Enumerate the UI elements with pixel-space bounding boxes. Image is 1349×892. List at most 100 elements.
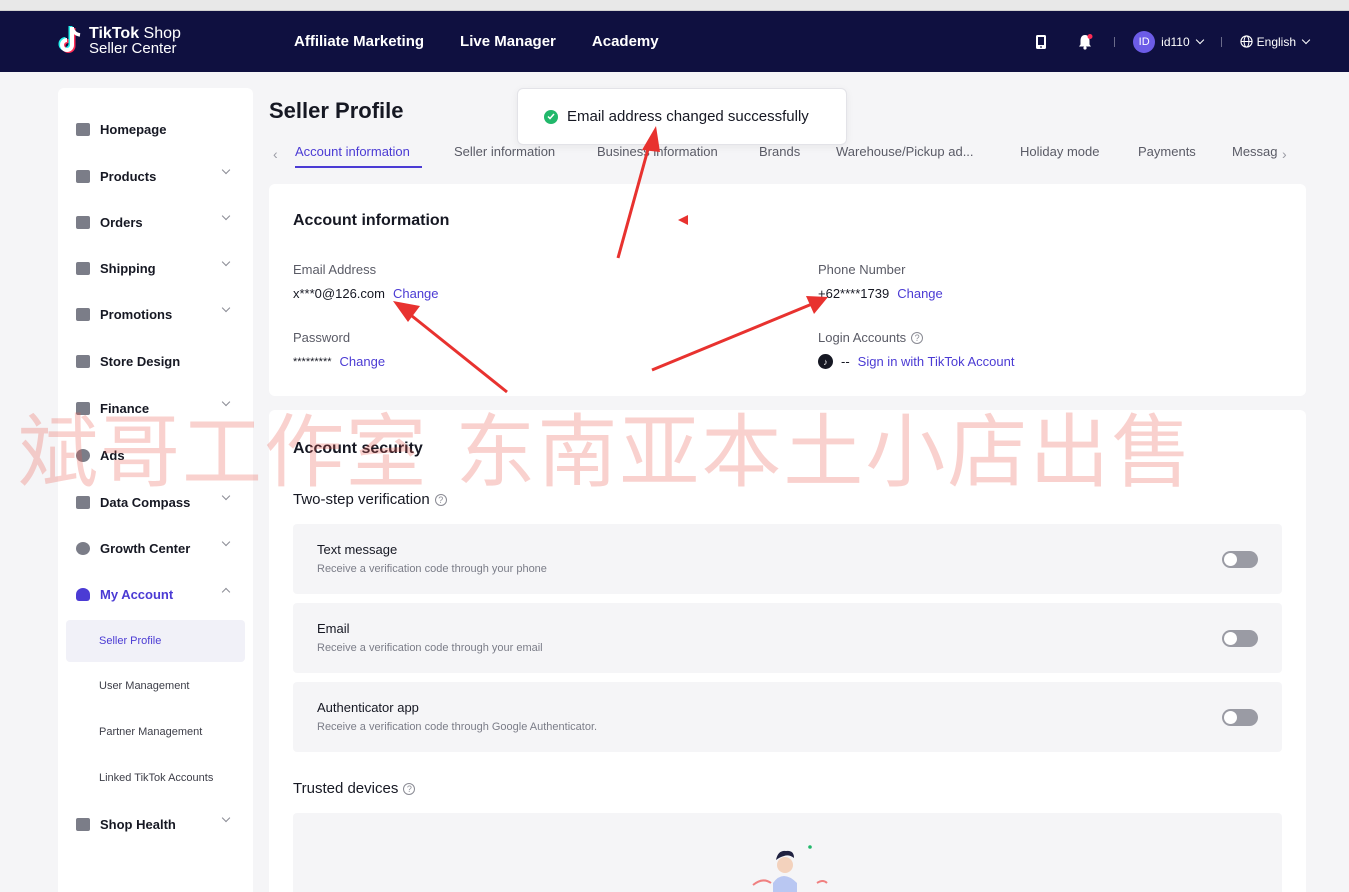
user-menu[interactable]: ID id110	[1133, 30, 1204, 53]
notification-bell-icon[interactable]	[1074, 31, 1096, 53]
chevron-down-icon	[221, 813, 231, 823]
trusted-devices-heading: Trusted devices ?	[293, 780, 416, 797]
email-label: Email Address	[293, 262, 377, 277]
sidebar-item-finance[interactable]: Finance	[58, 385, 253, 431]
chevron-up-icon	[221, 587, 231, 597]
phone-row: +62****1739 Change	[818, 286, 943, 301]
tab-account-information[interactable]: Account information	[295, 144, 410, 159]
email-verification-row: Email Receive a verification code throug…	[293, 603, 1282, 673]
chevron-down-icon	[221, 165, 231, 175]
sidebar-item-growth-center[interactable]: Growth Center	[58, 525, 253, 571]
two-step-text: Two-step verification	[293, 491, 430, 508]
sidebar-item-data-compass[interactable]: Data Compass	[58, 479, 253, 525]
tab-holiday-mode[interactable]: Holiday mode	[1020, 144, 1100, 159]
logo-subtitle: Seller Center	[89, 40, 177, 57]
email-verification-toggle[interactable]	[1222, 630, 1258, 647]
change-phone-link[interactable]: Change	[897, 286, 943, 301]
chevron-down-icon	[221, 537, 231, 547]
row-title: Email	[317, 621, 350, 636]
account-security-card: Account security Two-step verification ?…	[269, 410, 1306, 892]
authenticator-app-toggle[interactable]	[1222, 709, 1258, 726]
email-row: x***0@126.com Change	[293, 286, 439, 301]
mobile-device-icon[interactable]	[1030, 31, 1052, 53]
tab-brands[interactable]: Brands	[759, 144, 800, 159]
sidebar-item-label: My Account	[100, 586, 174, 602]
tiktok-icon: ♪	[818, 354, 833, 369]
orders-icon	[76, 215, 90, 229]
sidebar-item-orders[interactable]: Orders	[58, 199, 253, 245]
sidebar-item-label: Products	[100, 168, 157, 184]
sidebar-item-label: Promotions	[100, 306, 173, 322]
chevron-down-icon	[221, 257, 231, 267]
divider	[1220, 36, 1222, 47]
sign-in-tiktok-link[interactable]: Sign in with TikTok Account	[858, 354, 1015, 369]
sidebar-item-label: Store Design	[100, 353, 181, 369]
sidebar-item-label: Growth Center	[100, 540, 191, 556]
sidebar-item-store-design[interactable]: Store Design	[58, 338, 253, 384]
nav-live-manager[interactable]: Live Manager	[460, 33, 556, 50]
sidebar-subitem-user-management[interactable]: User Management	[66, 665, 245, 707]
home-icon	[76, 122, 90, 136]
nav-affiliate-marketing[interactable]: Affiliate Marketing	[294, 33, 424, 50]
sidebar-item-ads[interactable]: Ads	[58, 432, 253, 478]
chevron-down-icon	[221, 491, 231, 501]
wallet-icon	[76, 401, 90, 415]
sidebar-item-label: Shop Health	[100, 816, 176, 832]
page-title: Seller Profile	[269, 98, 404, 123]
row-title: Authenticator app	[317, 700, 419, 715]
ads-icon	[76, 448, 90, 462]
phone-value: +62****1739	[818, 286, 890, 301]
sidebar-subitem-partner-management[interactable]: Partner Management	[66, 711, 245, 753]
account-information-card: Account information Email Address x***0@…	[269, 184, 1306, 396]
medal-icon	[76, 541, 90, 555]
sidebar-item-my-account[interactable]: My Account	[58, 571, 253, 617]
password-value: *********	[293, 355, 332, 368]
tab-warehouse-pickup[interactable]: Warehouse/Pickup ad...	[836, 144, 974, 159]
sidebar-item-label: Ads	[100, 447, 125, 463]
sidebar-subitem-seller-profile[interactable]: Seller Profile	[66, 620, 245, 662]
row-subtitle: Receive a verification code through your…	[317, 563, 547, 575]
tiktok-logo-icon	[57, 25, 83, 57]
two-step-verification-heading: Two-step verification ?	[293, 491, 447, 508]
nav-academy[interactable]: Academy	[592, 33, 659, 50]
sidebar-item-homepage[interactable]: Homepage	[58, 106, 253, 152]
chevron-down-icon	[1301, 35, 1311, 44]
store-icon	[76, 354, 90, 368]
row-title: Text message	[317, 542, 398, 557]
sidebar-item-products[interactable]: Products	[58, 153, 253, 199]
sidebar-item-label: Orders	[100, 214, 143, 230]
change-email-link[interactable]: Change	[393, 286, 439, 301]
sidebar-item-shipping[interactable]: Shipping	[58, 245, 253, 291]
success-toast: Email address changed successfully	[517, 88, 847, 145]
chevron-down-icon	[221, 303, 231, 313]
language-selector[interactable]: English	[1240, 35, 1311, 49]
sidebar-item-promotions[interactable]: Promotions	[58, 291, 253, 337]
tab-messages[interactable]: Messag	[1232, 144, 1277, 159]
tab-business-information[interactable]: Business information	[597, 144, 718, 159]
tabs-scroll-right-icon[interactable]: ›	[1282, 146, 1287, 162]
help-icon[interactable]: ?	[403, 782, 416, 795]
row-subtitle: Receive a verification code through Goog…	[317, 721, 598, 733]
sidebar-item-label: Data Compass	[100, 494, 191, 510]
chevron-down-icon	[221, 211, 231, 221]
tab-seller-information[interactable]: Seller information	[454, 144, 555, 159]
sidebar-subitem-linked-tiktok-accounts[interactable]: Linked TikTok Accounts	[66, 757, 245, 799]
tab-payments[interactable]: Payments	[1138, 144, 1196, 159]
trusted-devices-empty-state	[293, 813, 1282, 892]
chevron-down-icon	[1195, 35, 1204, 44]
sidebar-item-shop-health[interactable]: Shop Health	[58, 801, 253, 847]
help-icon[interactable]: ?	[911, 331, 924, 344]
tiktok-shop-logo[interactable]: TikTok Shop Seller Center	[57, 25, 181, 57]
top-navigation-bar: TikTok Shop Seller Center Affiliate Mark…	[0, 11, 1349, 72]
text-message-toggle[interactable]	[1222, 551, 1258, 568]
change-password-link[interactable]: Change	[340, 354, 386, 369]
help-icon[interactable]: ?	[434, 493, 447, 506]
row-subtitle: Receive a verification code through your…	[317, 642, 543, 654]
tabs-scroll-left-icon[interactable]: ‹	[273, 146, 278, 162]
user-icon	[76, 587, 90, 601]
email-value: x***0@126.com	[293, 286, 385, 301]
browser-strip	[0, 0, 1349, 11]
megaphone-icon	[76, 307, 90, 321]
login-dash: --	[841, 354, 850, 369]
avatar: ID	[1133, 30, 1156, 53]
